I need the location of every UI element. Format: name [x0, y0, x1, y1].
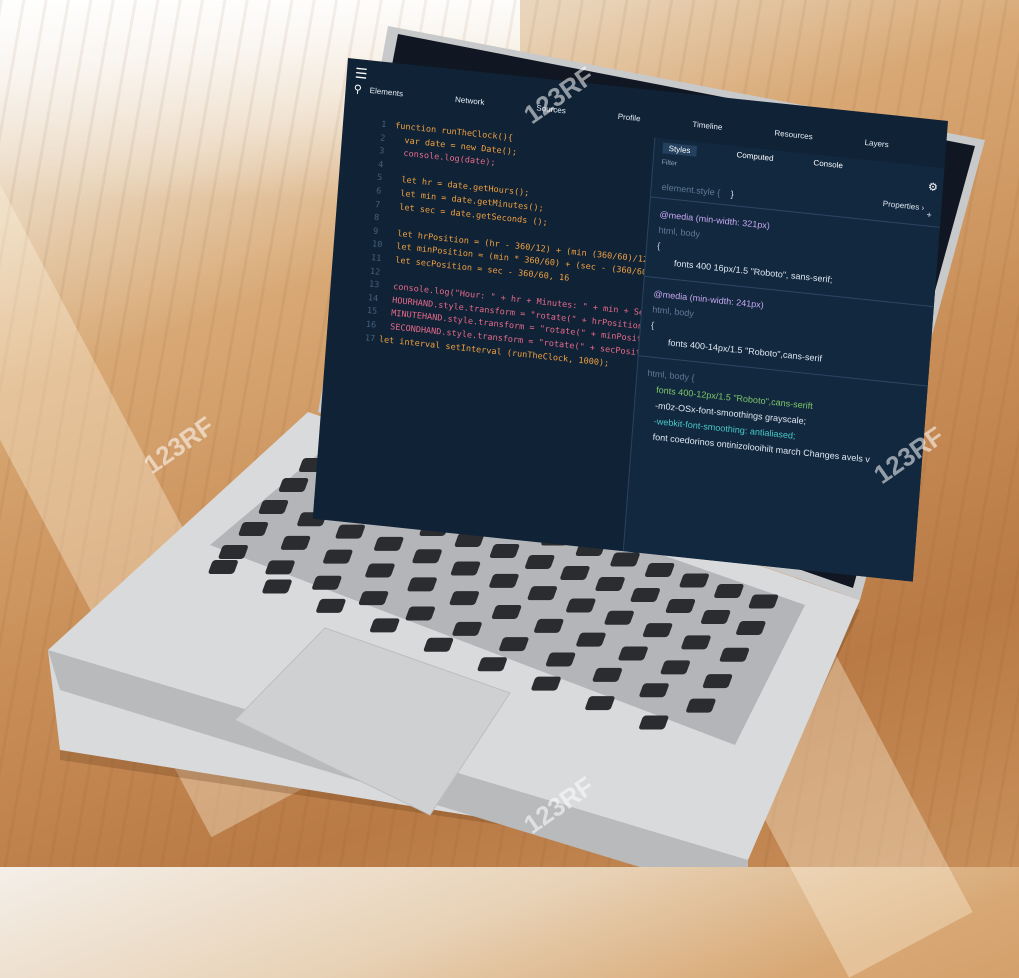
key[interactable] [527, 586, 558, 601]
tab-computed[interactable]: Computed [736, 150, 774, 165]
tab-layers[interactable]: Layers [864, 138, 889, 149]
key[interactable] [665, 599, 696, 613]
key[interactable] [660, 660, 691, 675]
styles-panel: ⚙ Styles Computed Console Filter Propert… [622, 137, 946, 582]
key[interactable] [407, 577, 438, 592]
element-style-close: } [730, 189, 735, 200]
key[interactable] [584, 696, 615, 711]
key[interactable] [491, 605, 522, 619]
tab-network[interactable]: Network [455, 95, 485, 107]
key[interactable] [575, 632, 606, 647]
key[interactable] [679, 573, 710, 588]
key[interactable] [264, 560, 295, 575]
key[interactable] [412, 549, 443, 564]
key[interactable] [702, 674, 733, 689]
tab-styles[interactable]: Styles [662, 142, 697, 157]
code-block: 1 function runTheClock(){2 var date = new… [364, 119, 716, 374]
key[interactable] [364, 563, 395, 578]
key[interactable] [559, 566, 590, 580]
key[interactable] [258, 500, 289, 514]
key[interactable] [450, 561, 481, 576]
key[interactable] [369, 618, 400, 633]
key[interactable] [335, 524, 366, 539]
key[interactable] [644, 563, 675, 577]
key[interactable] [638, 715, 669, 730]
key[interactable] [373, 536, 404, 551]
element-style: element.style { [661, 181, 721, 198]
tab-profile[interactable]: Profile [617, 112, 640, 123]
code-editor-screen: ☰ ⚲ Elements Network Sources Profile Tim… [312, 58, 948, 582]
key[interactable] [565, 598, 596, 613]
key[interactable] [639, 683, 670, 698]
key[interactable] [618, 646, 649, 661]
key[interactable] [208, 560, 239, 574]
key[interactable] [680, 635, 711, 650]
key[interactable] [609, 552, 640, 567]
menu-icon[interactable]: ☰ [354, 65, 368, 83]
gear-icon[interactable]: ⚙ [928, 180, 939, 194]
key[interactable] [735, 621, 766, 635]
key[interactable] [488, 573, 519, 588]
key[interactable] [358, 591, 389, 606]
key[interactable] [498, 637, 529, 652]
key[interactable] [748, 594, 779, 609]
key[interactable] [630, 588, 661, 602]
key[interactable] [315, 598, 346, 613]
key[interactable] [685, 698, 716, 713]
tab-resources[interactable]: Resources [774, 128, 813, 141]
search-icon[interactable]: ⚲ [353, 82, 362, 96]
key[interactable] [261, 579, 292, 594]
tab-timeline[interactable]: Timeline [692, 120, 723, 132]
key[interactable] [592, 667, 623, 682]
key[interactable] [595, 577, 626, 591]
key[interactable] [452, 621, 483, 636]
key[interactable] [449, 591, 480, 606]
key[interactable] [311, 575, 342, 590]
key[interactable] [423, 637, 454, 652]
key[interactable] [278, 478, 309, 492]
key[interactable] [405, 606, 436, 621]
key[interactable] [700, 610, 731, 624]
key[interactable] [545, 652, 576, 667]
key[interactable] [713, 584, 744, 598]
key[interactable] [524, 555, 555, 569]
key[interactable] [489, 544, 520, 558]
key[interactable] [531, 676, 562, 691]
key[interactable] [218, 545, 249, 559]
tab-console[interactable]: Console [813, 158, 843, 172]
tab-elements[interactable]: Elements [369, 86, 403, 98]
key[interactable] [477, 657, 508, 672]
key[interactable] [604, 610, 635, 625]
key[interactable] [238, 522, 269, 536]
key[interactable] [642, 623, 673, 638]
key[interactable] [719, 647, 750, 662]
key[interactable] [280, 535, 311, 550]
key[interactable] [322, 549, 353, 564]
key[interactable] [533, 618, 564, 633]
add-rule-icon[interactable]: + [926, 210, 932, 220]
